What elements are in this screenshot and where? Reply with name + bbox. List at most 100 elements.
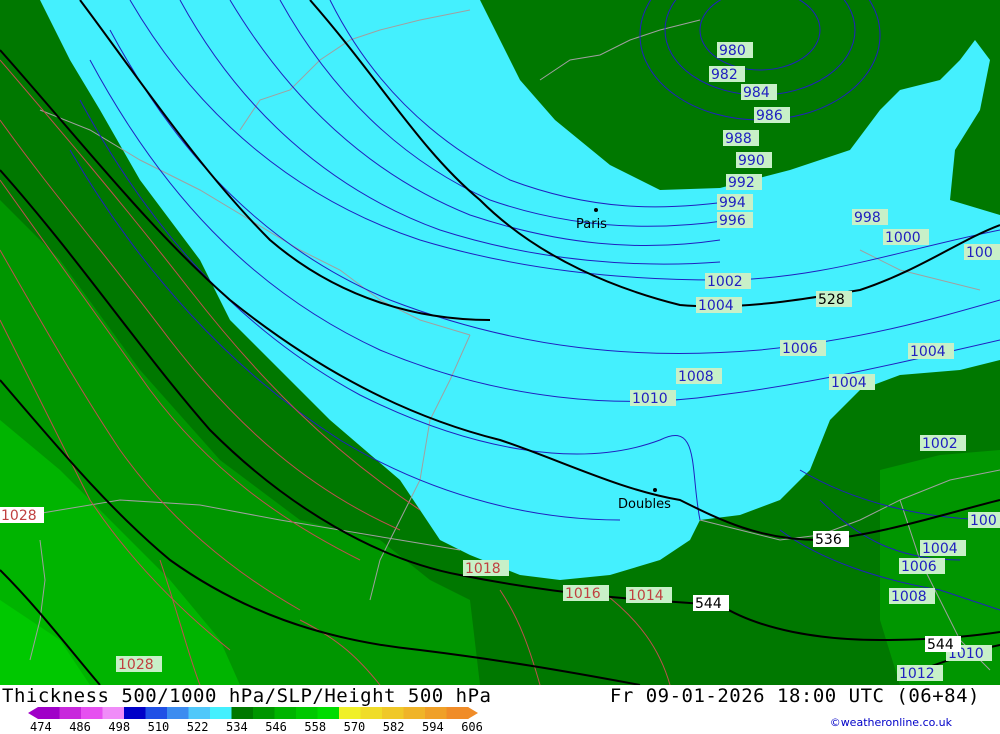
svg-text:100: 100	[966, 245, 993, 261]
svg-text:1028: 1028	[1, 508, 37, 524]
slp-label: 1010	[630, 390, 676, 407]
slp-label: 1004	[829, 374, 875, 391]
svg-text:1004: 1004	[698, 298, 734, 314]
scale-swatch	[360, 707, 383, 719]
scale-swatch	[59, 707, 82, 719]
height-label: 544	[925, 636, 961, 653]
slp-label: 1012	[897, 665, 943, 682]
slp-label: 1014	[626, 587, 672, 604]
scale-swatch	[81, 707, 103, 719]
slp-label: 986	[754, 107, 790, 124]
scale-swatch	[317, 707, 340, 719]
scale-swatch	[274, 707, 297, 719]
svg-text:1000: 1000	[885, 230, 921, 246]
slp-label: 988	[723, 130, 759, 147]
scale-swatch	[253, 707, 275, 719]
map-datetime: Fr 09-01-2026 18:00 UTC (06+84)	[609, 685, 980, 707]
scale-tick-label: 582	[382, 720, 405, 734]
scale-swatch	[188, 707, 211, 719]
scale-swatch	[38, 707, 60, 719]
slp-label: 100	[964, 244, 1000, 261]
scale-tick-label: 498	[108, 720, 131, 734]
scale-swatch	[124, 707, 146, 719]
slp-label: 990	[736, 152, 772, 169]
svg-text:992: 992	[728, 175, 755, 191]
slp-label: 998	[852, 209, 888, 226]
slp-label: 1028	[0, 507, 44, 524]
slp-label: 1016	[563, 585, 609, 602]
slp-label: 1006	[780, 340, 826, 357]
weather-map: Paris Doubles 980 982 984 986 988 990 99…	[0, 0, 1000, 685]
slp-label: 994	[717, 194, 753, 211]
scale-swatch	[425, 707, 447, 719]
footer: Thickness 500/1000 hPa/SLP/Height 500 hP…	[0, 685, 1000, 734]
map-title: Thickness 500/1000 hPa/SLP/Height 500 hP…	[2, 685, 492, 707]
doubles-label: Doubles	[618, 497, 671, 512]
slp-label: 1004	[908, 343, 954, 360]
slp-label: 100	[968, 512, 1000, 529]
scale-swatch	[403, 707, 426, 719]
slp-label: 1008	[676, 368, 722, 385]
svg-text:994: 994	[719, 195, 746, 211]
slp-label: 1028	[116, 656, 162, 673]
scale-tick-label: 534	[226, 720, 248, 734]
scale-tick-label: 510	[147, 720, 170, 734]
slp-label: 1000	[883, 229, 929, 246]
svg-text:536: 536	[815, 532, 842, 548]
svg-text:980: 980	[719, 43, 746, 59]
slp-label: 980	[717, 42, 753, 59]
scale-tick-label: 594	[422, 720, 444, 734]
svg-text:1012: 1012	[899, 666, 935, 682]
slp-label: 996	[717, 212, 753, 229]
slp-label: 1002	[920, 435, 966, 452]
slp-label: 992	[726, 174, 762, 191]
scale-swatch	[231, 707, 254, 719]
svg-text:544: 544	[695, 596, 722, 612]
slp-label: 1004	[920, 540, 966, 557]
svg-text:1018: 1018	[465, 561, 501, 577]
svg-text:1006: 1006	[901, 559, 937, 575]
svg-text:1004: 1004	[922, 541, 958, 557]
scale-tick-label: 570	[343, 720, 366, 734]
scale-tick-label: 558	[304, 720, 327, 734]
color-scale	[28, 707, 478, 719]
scale-tick-label: 606	[461, 720, 483, 734]
doubles-marker	[653, 488, 657, 492]
slp-label: 1008	[889, 588, 935, 605]
svg-text:996: 996	[719, 213, 746, 229]
svg-text:984: 984	[743, 85, 770, 101]
svg-text:1028: 1028	[118, 657, 154, 673]
svg-text:1002: 1002	[707, 274, 743, 290]
svg-text:1004: 1004	[831, 375, 867, 391]
scale-swatch	[167, 707, 189, 719]
scale-swatch	[210, 707, 232, 719]
credit-text: ©weatheronline.co.uk	[829, 716, 952, 729]
height-label: 544	[693, 595, 729, 612]
slp-label: 984	[741, 84, 777, 101]
paris-marker	[594, 208, 598, 212]
scale-swatch	[102, 707, 125, 719]
scale-right-arrow	[468, 707, 478, 719]
scale-tick-label: 546	[265, 720, 287, 734]
scale-swatch	[296, 707, 318, 719]
svg-text:1014: 1014	[628, 588, 664, 604]
scale-swatch	[145, 707, 168, 719]
svg-text:1002: 1002	[922, 436, 958, 452]
svg-text:1008: 1008	[891, 589, 927, 605]
scale-tick-label: 486	[69, 720, 91, 734]
slp-label: 1006	[899, 558, 945, 575]
svg-text:1008: 1008	[678, 369, 714, 385]
svg-text:1016: 1016	[565, 586, 601, 602]
svg-text:1006: 1006	[782, 341, 818, 357]
paris-label: Paris	[576, 217, 607, 232]
svg-text:100: 100	[970, 513, 997, 529]
slp-label: 982	[709, 66, 745, 83]
svg-text:990: 990	[738, 153, 765, 169]
svg-text:528: 528	[818, 292, 845, 308]
scale-swatch	[339, 707, 361, 719]
svg-text:988: 988	[725, 131, 752, 147]
slp-label: 1018	[463, 560, 509, 577]
svg-text:1004: 1004	[910, 344, 946, 360]
scale-swatch	[446, 707, 469, 719]
scale-swatch	[382, 707, 404, 719]
